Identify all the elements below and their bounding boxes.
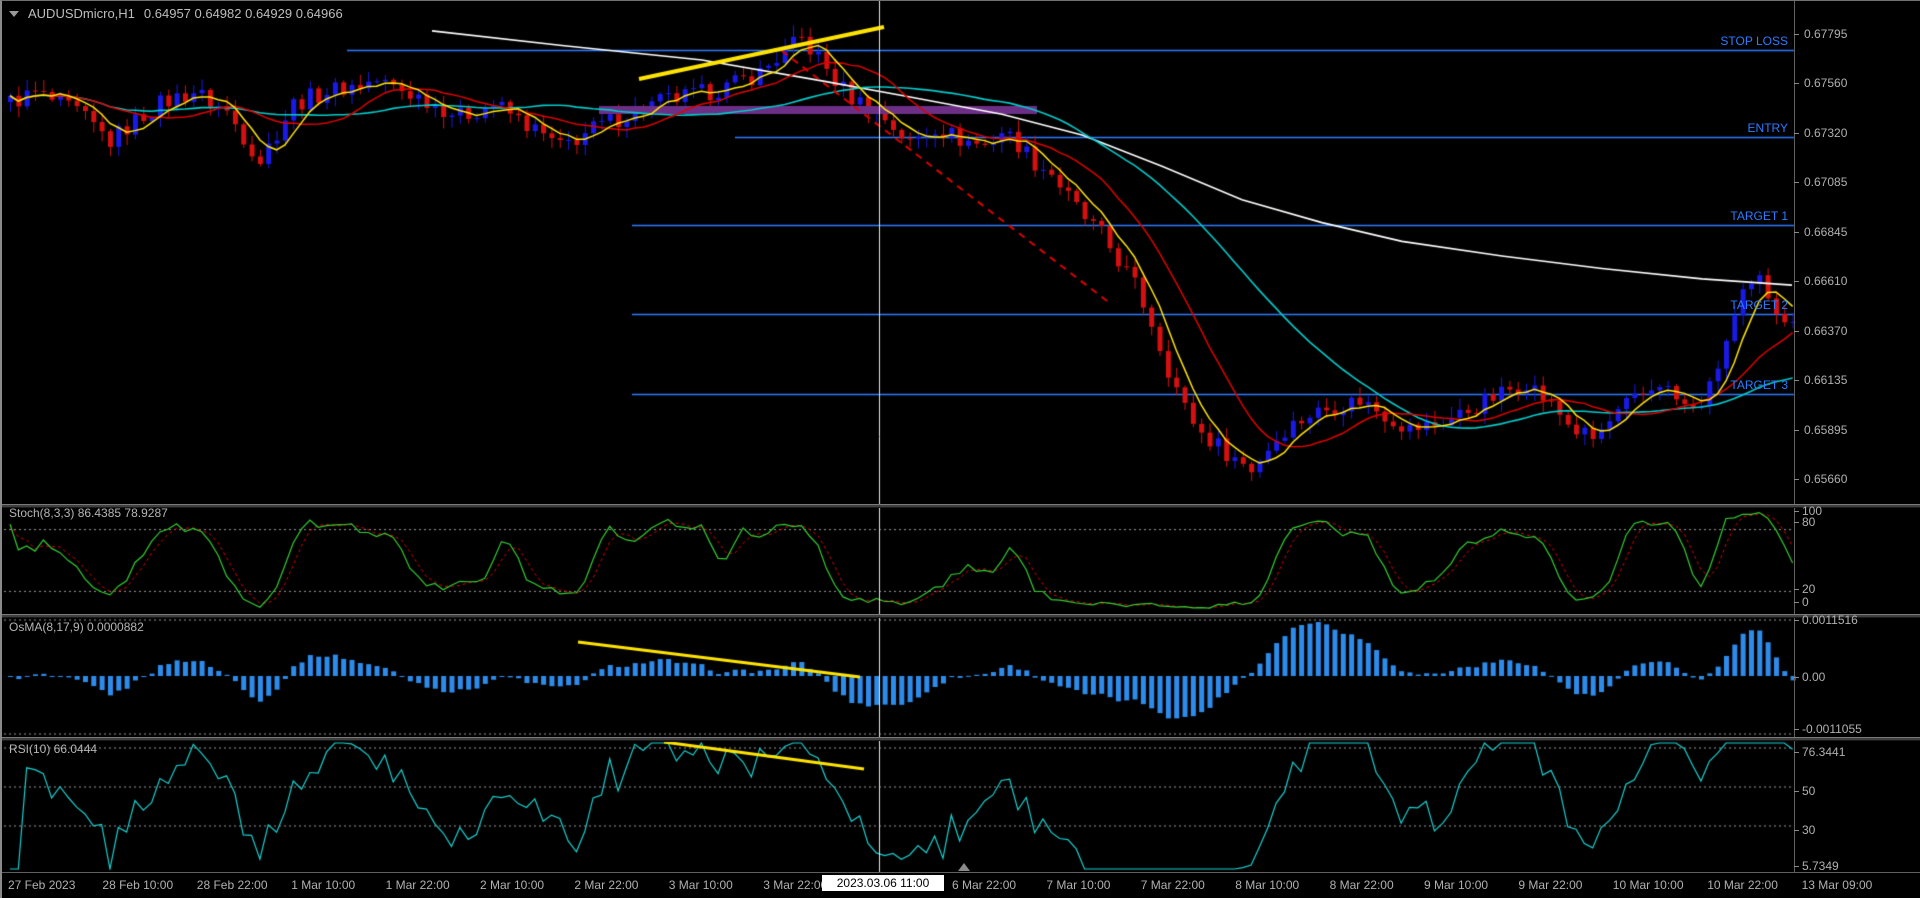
price-axis-tick xyxy=(1794,281,1799,282)
symbol-name: AUDUSDmicro,H1 xyxy=(28,6,135,21)
time-axis-label: 2 Mar 10:00 xyxy=(480,878,544,892)
price-axis-tick xyxy=(1794,479,1799,480)
indicator-axis-tick xyxy=(1794,752,1799,753)
rsi-scale-label: 5.7349 xyxy=(1802,859,1839,873)
chart-window: AUDUSDmicro,H1 0.64957 0.64982 0.64929 0… xyxy=(0,0,1920,898)
price-axis-label: 0.65895 xyxy=(1804,423,1847,437)
time-axis-separator xyxy=(2,872,1920,873)
indicator-axis-tick xyxy=(1794,866,1799,867)
price-axis-tick xyxy=(1794,133,1799,134)
time-axis-label: 9 Mar 10:00 xyxy=(1424,878,1488,892)
indicator-axis-tick xyxy=(1794,522,1799,523)
price-axis-tick xyxy=(1794,83,1799,84)
stoch-indicator-title: Stoch(8,3,3) 86.4385 78.9287 xyxy=(9,506,168,520)
indicator-axis-tick xyxy=(1794,602,1799,603)
stoch-scale-label: 80 xyxy=(1802,515,1815,529)
price-axis-label: 0.66610 xyxy=(1804,274,1847,288)
price-axis-label: 0.66370 xyxy=(1804,324,1847,338)
selected-time-badge: 2023.03.06 11:00 xyxy=(822,875,944,891)
chart-shift-marker[interactable] xyxy=(958,863,970,871)
price-axis-label: 0.67560 xyxy=(1804,76,1847,90)
panel-separator[interactable] xyxy=(2,614,1920,618)
price-axis-label: 0.66845 xyxy=(1804,225,1847,239)
price-axis-label: 0.67085 xyxy=(1804,175,1847,189)
symbol-title[interactable]: AUDUSDmicro,H1 0.64957 0.64982 0.64929 0… xyxy=(9,6,343,21)
indicator-axis-tick xyxy=(1794,729,1799,730)
time-axis-label: 3 Mar 10:00 xyxy=(669,878,733,892)
time-axis-label: 9 Mar 22:00 xyxy=(1518,878,1582,892)
time-axis-label: 3 Mar 22:00 xyxy=(763,878,827,892)
rsi-scale-label: 30 xyxy=(1802,823,1815,837)
chart-canvas[interactable] xyxy=(2,1,1920,898)
stoch-scale-label: 20 xyxy=(1802,582,1815,596)
price-axis-tick xyxy=(1794,182,1799,183)
price-axis-label: 0.67795 xyxy=(1804,27,1847,41)
indicator-axis-tick xyxy=(1794,511,1799,512)
indicator-axis-tick xyxy=(1794,791,1799,792)
time-axis-label: 8 Mar 10:00 xyxy=(1235,878,1299,892)
time-axis-label: 10 Mar 10:00 xyxy=(1613,878,1684,892)
time-axis-label: 7 Mar 22:00 xyxy=(1141,878,1205,892)
indicator-axis-tick xyxy=(1794,830,1799,831)
time-axis-label: 1 Mar 10:00 xyxy=(291,878,355,892)
price-axis-tick xyxy=(1794,34,1799,35)
price-axis-tick xyxy=(1794,380,1799,381)
indicator-axis-tick xyxy=(1794,589,1799,590)
time-axis-label: 1 Mar 22:00 xyxy=(386,878,450,892)
osma-scale-label: 0.00 xyxy=(1802,670,1825,684)
trade-level-label: TARGET 1 xyxy=(2,209,1788,223)
osma-scale-label: 0.0011516 xyxy=(1802,613,1858,627)
panel-separator[interactable] xyxy=(2,504,1920,508)
price-axis-label: 0.66135 xyxy=(1804,373,1847,387)
price-axis-tick xyxy=(1794,232,1799,233)
trade-level-label: ENTRY xyxy=(2,121,1788,135)
rsi-scale-label: 50 xyxy=(1802,784,1815,798)
price-axis-separator xyxy=(1794,1,1795,873)
indicator-axis-tick xyxy=(1794,677,1799,678)
price-axis-label: 0.65660 xyxy=(1804,472,1847,486)
time-axis-label: 7 Mar 10:00 xyxy=(1046,878,1110,892)
time-axis-label: 6 Mar 22:00 xyxy=(952,878,1016,892)
rsi-scale-label: 76.3441 xyxy=(1802,745,1845,759)
symbol-quotes: 0.64957 0.64982 0.64929 0.64966 xyxy=(144,6,343,21)
time-axis-label: 8 Mar 22:00 xyxy=(1330,878,1394,892)
time-axis-label: 13 Mar 09:00 xyxy=(1802,878,1873,892)
osma-scale-label: -0.0011055 xyxy=(1802,722,1862,736)
trade-level-label: TARGET 2 xyxy=(2,298,1788,312)
osma-indicator-title: OsMA(8,17,9) 0.0000882 xyxy=(9,620,144,634)
chevron-down-icon[interactable] xyxy=(9,11,19,17)
time-axis-label: 10 Mar 22:00 xyxy=(1707,878,1778,892)
trade-level-label: STOP LOSS xyxy=(2,34,1788,48)
time-axis-label: 28 Feb 10:00 xyxy=(102,878,173,892)
indicator-axis-tick xyxy=(1794,620,1799,621)
time-axis-label: 27 Feb 2023 xyxy=(8,878,75,892)
time-axis-label: 2 Mar 22:00 xyxy=(574,878,638,892)
rsi-indicator-title: RSI(10) 66.0444 xyxy=(9,742,97,756)
price-axis-label: 0.67320 xyxy=(1804,126,1847,140)
price-axis-tick xyxy=(1794,331,1799,332)
price-axis-tick xyxy=(1794,430,1799,431)
trade-level-label: TARGET 3 xyxy=(2,378,1788,392)
stoch-scale-label: 0 xyxy=(1802,595,1809,609)
panel-separator[interactable] xyxy=(2,737,1920,741)
time-axis-label: 28 Feb 22:00 xyxy=(197,878,268,892)
